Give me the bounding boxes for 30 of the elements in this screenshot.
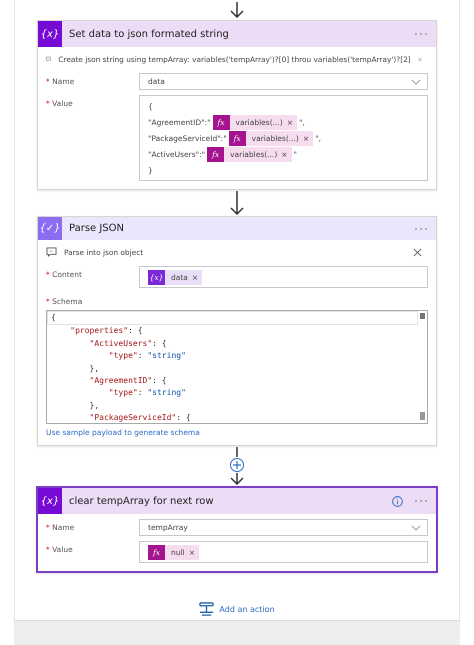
arrow-icon: [230, 2, 244, 18]
code-line: "type": "string": [108, 350, 187, 362]
chevron-icon: [411, 524, 421, 530]
action-title[interactable]: clear tempArray for next row: [69, 496, 385, 506]
code-line: },: [88, 400, 100, 412]
action-title[interactable]: Parse JSON: [69, 223, 407, 234]
more-icon[interactable]: [414, 499, 428, 503]
insert-step-icon[interactable]: [229, 447, 245, 485]
code-line: "ActiveUsers": {: [88, 338, 168, 350]
more-icon[interactable]: [414, 226, 428, 230]
scrollbar[interactable]: [418, 311, 427, 423]
code-line: "type": "string": [108, 387, 187, 400]
arrow-icon: [230, 191, 244, 215]
add-action-button[interactable]: Add an action: [196, 599, 278, 620]
variable-icon: {x}: [38, 21, 62, 47]
comment-icon: [46, 54, 52, 64]
variable-icon: {x}: [38, 488, 62, 514]
code-line: "AgreementID": {: [88, 374, 168, 387]
variable-icon: {✓}: [38, 217, 62, 240]
code-editor[interactable]: { "properties": { "ActiveUsers": { "type": "string" }, "AgreementID": { "type": "string" }, "PackageServiceId": {: [46, 310, 428, 424]
info-icon[interactable]: [392, 496, 403, 506]
action-title[interactable]: Set data to json formated string: [69, 28, 407, 40]
more-icon[interactable]: [414, 32, 428, 36]
chevron-icon: [411, 78, 421, 84]
close-icon[interactable]: [413, 248, 422, 256]
code-line: "PackageServiceId": {: [88, 412, 192, 423]
add-action-icon: [199, 602, 214, 617]
code-line: "properties": {: [69, 325, 144, 338]
code-line: },: [88, 362, 100, 375]
comment-icon: [46, 247, 57, 257]
